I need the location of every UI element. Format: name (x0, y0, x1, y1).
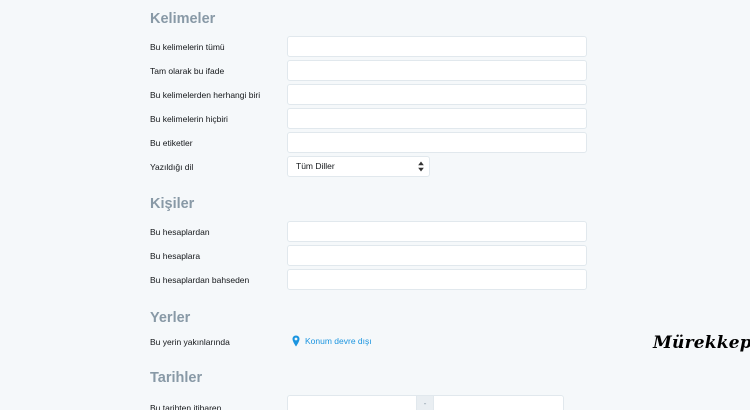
language-select[interactable]: Tüm Diller (287, 156, 430, 177)
location-disabled-link[interactable]: Konum devre dışı (292, 334, 372, 348)
section-title-places: Yerler (150, 310, 191, 326)
all-words-label: Bu kelimelerin tümü (150, 42, 225, 52)
language-label: Yazıldığı dil (150, 162, 194, 172)
to-accounts-label: Bu hesaplara (150, 251, 201, 261)
from-accounts-input[interactable] (287, 221, 587, 242)
since-date-range: - (287, 395, 564, 410)
location-disabled-text: Konum devre dışı (305, 336, 372, 346)
any-words-label: Bu kelimelerden herhangi biri (150, 90, 261, 100)
until-date-input[interactable] (433, 395, 564, 410)
section-title-dates: Tarihler (150, 370, 203, 386)
hashtags-input[interactable] (287, 132, 587, 153)
none-words-input[interactable] (287, 108, 587, 129)
hashtags-label: Bu etiketler (150, 138, 193, 148)
since-date-label: Bu tarihten itibaren (150, 403, 222, 410)
watermark-logo: Mürekkep (653, 333, 750, 353)
select-arrows-icon (418, 161, 424, 172)
any-words-input[interactable] (287, 84, 587, 105)
section-title-people: Kişiler (150, 196, 195, 212)
mentioning-accounts-input[interactable] (287, 269, 587, 290)
map-pin-icon (292, 335, 300, 347)
section-title-words: Kelimeler (150, 11, 216, 27)
exact-phrase-label: Tam olarak bu ifade (150, 66, 225, 76)
since-date-input[interactable] (287, 395, 417, 410)
to-accounts-input[interactable] (287, 245, 587, 266)
mentioning-accounts-label: Bu hesaplardan bahseden (150, 275, 250, 285)
from-accounts-label: Bu hesaplardan (150, 227, 210, 237)
date-separator: - (417, 395, 433, 410)
all-words-input[interactable] (287, 36, 587, 57)
language-select-value: Tüm Diller (296, 161, 335, 171)
exact-phrase-input[interactable] (287, 60, 587, 81)
advanced-search-page: Kelimeler Bu kelimelerin tümü Tam olarak… (0, 0, 750, 410)
none-words-label: Bu kelimelerin hiçbiri (150, 114, 228, 124)
near-place-label: Bu yerin yakınlarında (150, 337, 230, 347)
